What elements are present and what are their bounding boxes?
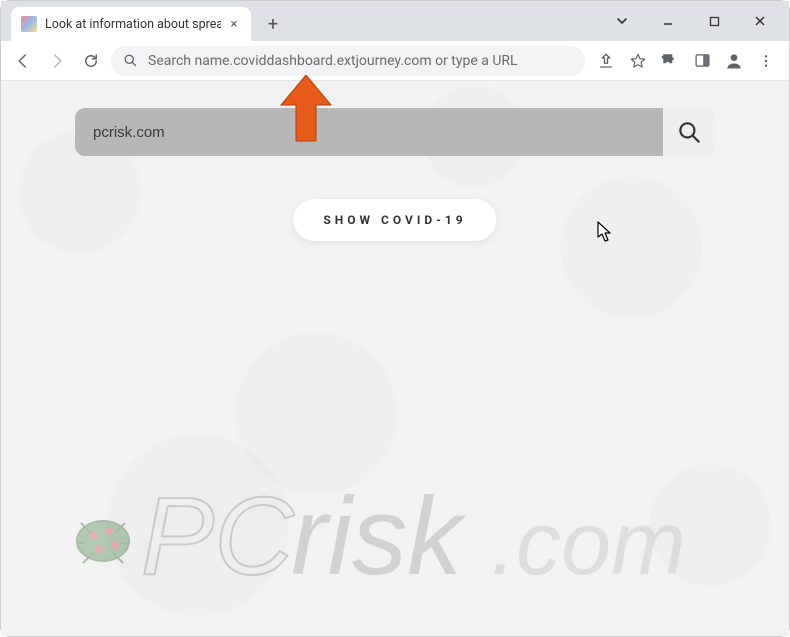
page-viewport: SHOW COVID-19 PC risk .com <box>1 81 789 636</box>
show-covid-label: SHOW COVID-19 <box>323 213 466 227</box>
page-search-input[interactable] <box>75 108 663 156</box>
maximize-button[interactable] <box>691 5 737 37</box>
puzzle-icon <box>661 52 679 70</box>
close-icon <box>754 15 766 27</box>
new-tab-button[interactable]: + <box>259 10 287 38</box>
pcrisk-logo-icon: PC risk .com <box>63 466 703 606</box>
kebab-icon <box>758 53 774 69</box>
close-tab-button[interactable]: × <box>227 17 241 31</box>
tab-strip: Look at information about spread × + <box>1 1 789 41</box>
watermark-tld: .com <box>491 494 686 594</box>
arrow-right-icon <box>48 52 66 70</box>
window-dropdown-button[interactable] <box>599 5 645 37</box>
extensions-button[interactable] <box>655 47 685 75</box>
reload-icon <box>82 52 100 70</box>
profile-icon <box>724 51 744 71</box>
minimize-icon <box>662 15 674 27</box>
reload-button[interactable] <box>77 47 105 75</box>
page-search-button[interactable] <box>663 108 715 156</box>
minimize-button[interactable] <box>645 5 691 37</box>
address-bar-text: Search name.coviddashboard.extjourney.co… <box>148 53 573 69</box>
arrow-left-icon <box>14 52 32 70</box>
search-icon <box>123 53 138 68</box>
panel-icon <box>694 52 711 69</box>
watermark: PC risk .com <box>63 466 703 606</box>
menu-button[interactable] <box>751 47 781 75</box>
chevron-down-icon <box>616 15 628 27</box>
share-icon <box>597 52 615 70</box>
close-icon: × <box>231 17 238 32</box>
browser-tab[interactable]: Look at information about spread × <box>11 7 251 41</box>
search-icon <box>676 119 702 145</box>
plus-icon: + <box>268 14 278 35</box>
maximize-icon <box>709 16 720 27</box>
back-button[interactable] <box>9 47 37 75</box>
bookmark-button[interactable] <box>623 47 653 75</box>
star-icon <box>629 52 647 70</box>
close-window-button[interactable] <box>737 5 783 37</box>
watermark-pc: PC <box>141 475 295 598</box>
window-controls <box>599 1 783 41</box>
watermark-risk: risk <box>291 475 467 598</box>
share-button[interactable] <box>591 47 621 75</box>
side-panel-button[interactable] <box>687 47 717 75</box>
toolbar-right-icons <box>591 47 781 75</box>
profile-button[interactable] <box>719 47 749 75</box>
page-search-container <box>75 108 715 156</box>
show-covid-button[interactable]: SHOW COVID-19 <box>293 199 496 241</box>
favicon-icon <box>21 16 37 32</box>
address-bar[interactable]: Search name.coviddashboard.extjourney.co… <box>111 46 585 76</box>
forward-button[interactable] <box>43 47 71 75</box>
tab-title: Look at information about spread <box>45 17 221 32</box>
browser-toolbar: Search name.coviddashboard.extjourney.co… <box>1 41 789 81</box>
